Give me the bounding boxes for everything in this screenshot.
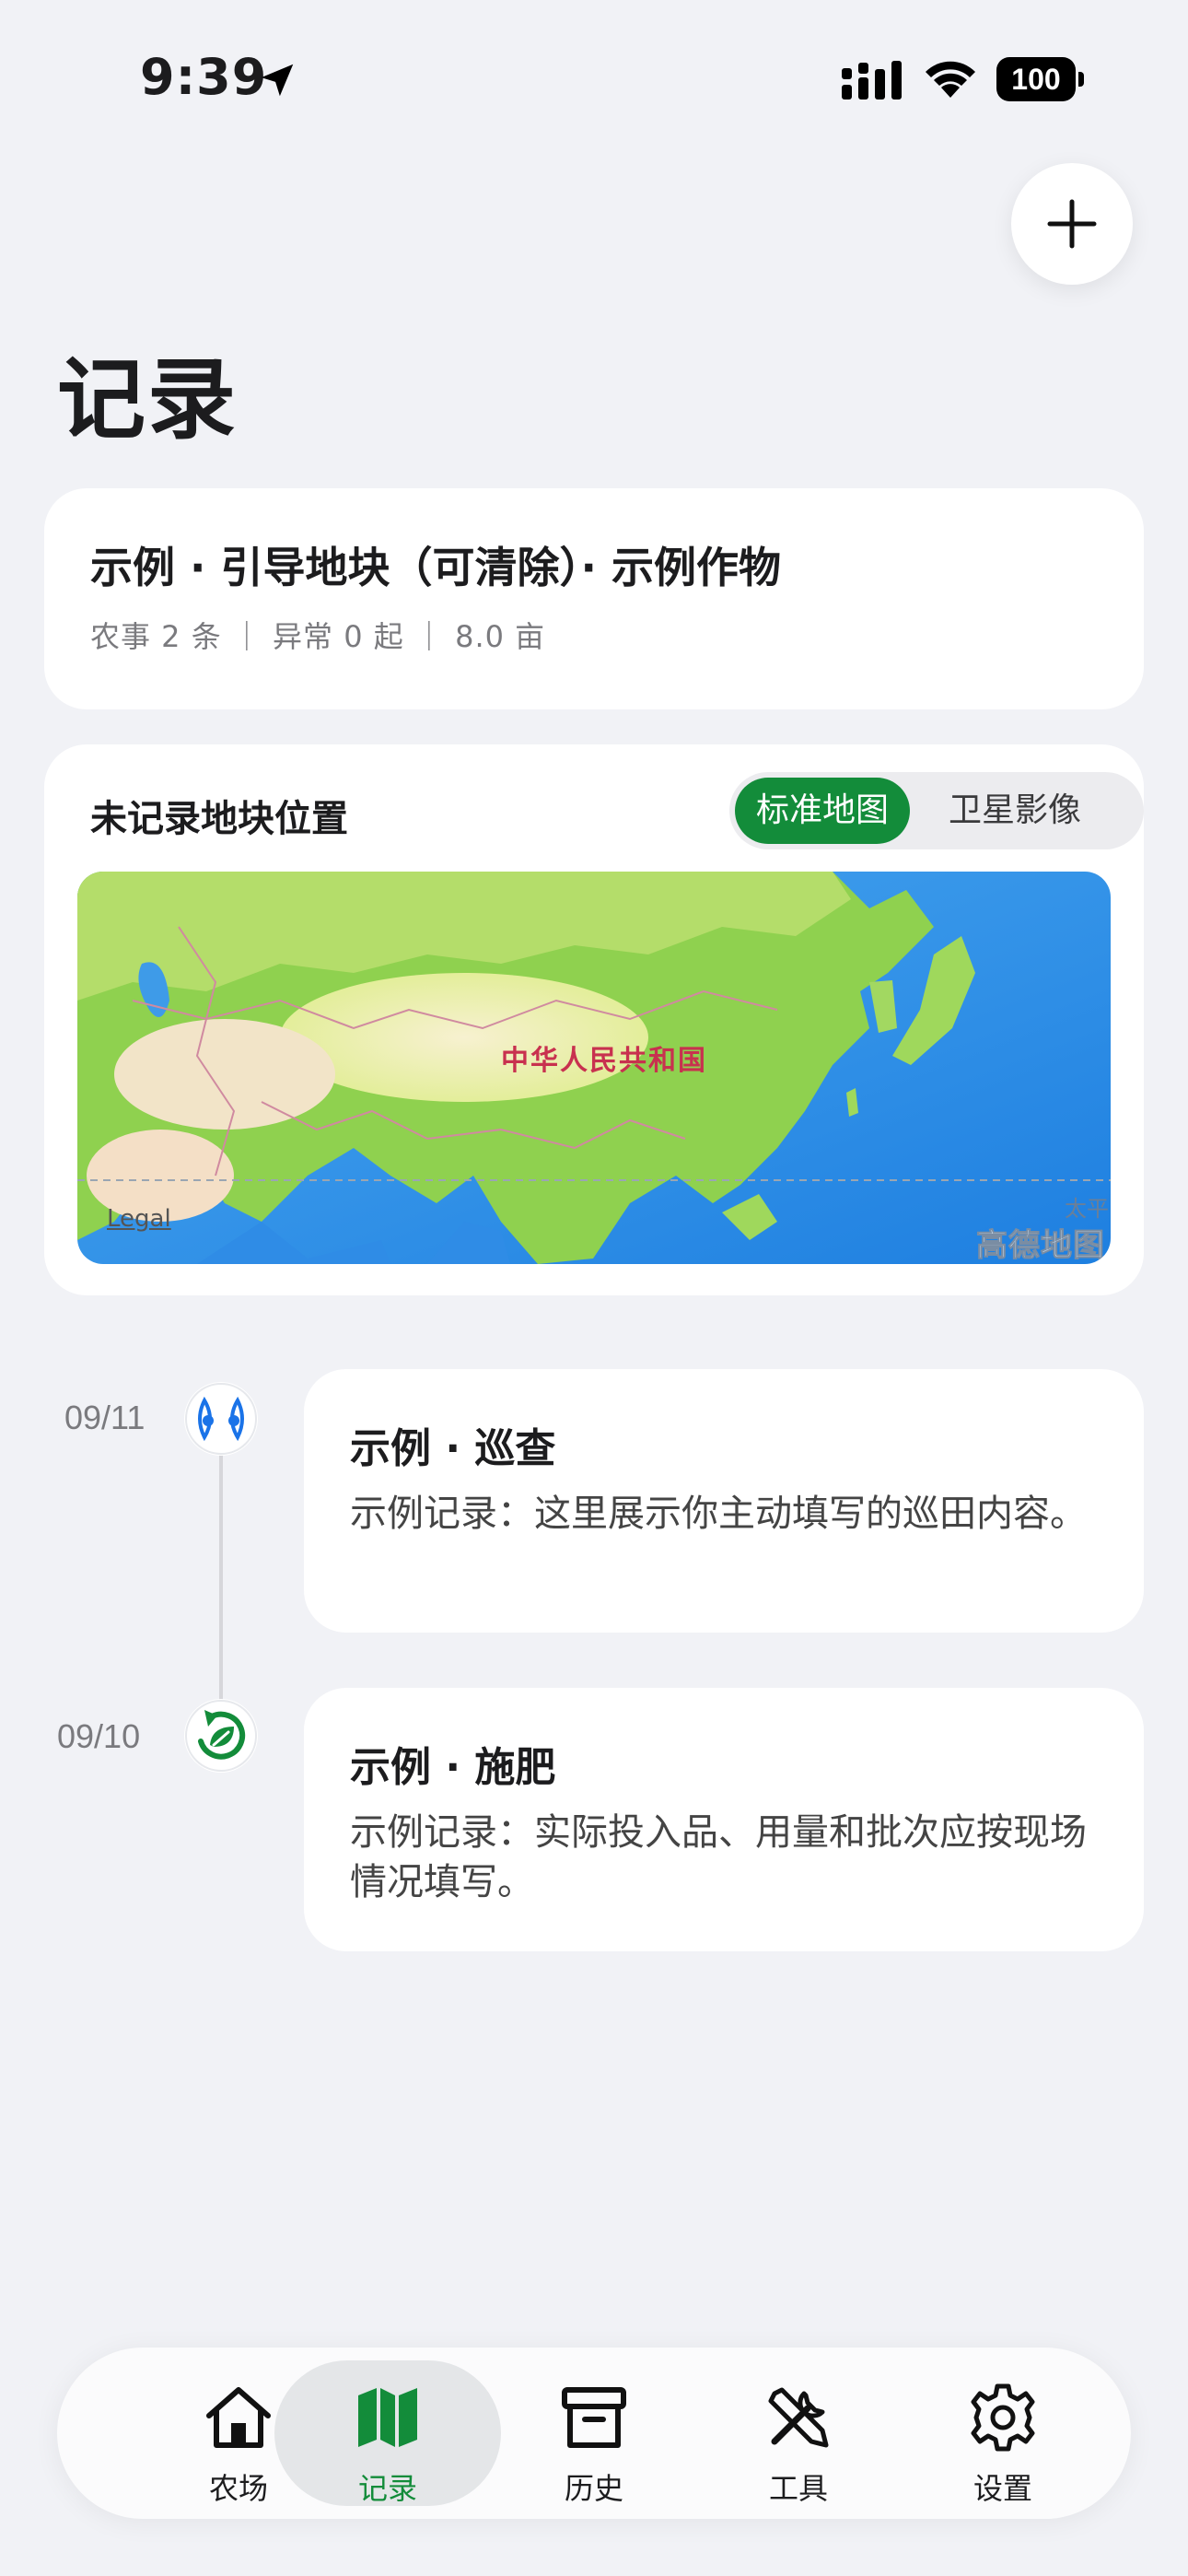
eyes-icon: [185, 1383, 257, 1455]
timeline-marker: [184, 1382, 258, 1456]
tab-label: 记录: [357, 2471, 417, 2506]
battery-cap: [1078, 72, 1084, 87]
timeline-connector: [219, 1437, 223, 1706]
map-view[interactable]: 中华人民共和国 Legal 太平 高德地图: [77, 872, 1111, 1264]
tab-tools[interactable]: 工具: [685, 2348, 912, 2519]
tab-settings[interactable]: 设置: [890, 2348, 1116, 2519]
cellular-signal-icon: [842, 61, 902, 100]
map-country-label: 中华人民共和国: [501, 1045, 707, 1077]
map-icon: [358, 2388, 417, 2447]
tab-label: 工具: [768, 2471, 828, 2506]
plot-location-card: 未记录地块位置 标准地图 卫星影像 中华人民共和国 Legal 太平 高德地图: [44, 744, 1144, 1295]
map-heading: 未记录地块位置: [90, 798, 348, 840]
page-title: 记录: [57, 348, 238, 451]
record-title: 示例 · 施肥: [350, 1744, 556, 1791]
record-title: 示例 · 巡查: [350, 1425, 556, 1472]
fertilize-icon: [185, 1700, 257, 1772]
plot-summary-meta: 农事 2 条 ｜ 异常 0 起 ｜ 8.0 亩: [90, 619, 546, 654]
status-time: 9:39: [140, 48, 268, 106]
toggle-standard-map[interactable]: 标准地图: [735, 778, 910, 844]
wifi-icon: [926, 61, 975, 98]
tab-history[interactable]: 历史: [481, 2348, 707, 2519]
toggle-satellite-map[interactable]: 卫星影像: [914, 778, 1116, 844]
map-ocean-label: 太平: [1065, 1196, 1109, 1222]
record-card[interactable]: 示例 · 施肥 示例记录：实际投入品、用量和批次应按现场情况填写。: [304, 1688, 1144, 1951]
tab-label: 历史: [564, 2471, 623, 2506]
record-description: 示例记录：实际投入品、用量和批次应按现场情况填写。: [350, 1811, 1087, 1903]
house-icon: [206, 2387, 271, 2448]
map-legal-link[interactable]: Legal: [107, 1205, 171, 1233]
status-bar: 9:39 100: [0, 0, 1188, 157]
tab-label: 设置: [973, 2471, 1032, 2506]
gear-icon: [971, 2383, 1035, 2452]
map-provider-logo: 高德地图: [976, 1227, 1105, 1265]
timeline-date: 09/10: [57, 1717, 141, 1755]
add-record-button[interactable]: [1011, 163, 1133, 285]
timeline-date: 09/11: [64, 1399, 146, 1436]
plot-summary-card[interactable]: 示例 · 引导地块（可清除）· 示例作物 农事 2 条 ｜ 异常 0 起 ｜ 8…: [44, 488, 1144, 709]
battery-indicator: 100: [996, 57, 1085, 101]
tab-bar: 农场 记录 历史 工具 设置: [57, 2348, 1131, 2519]
record-card[interactable]: 示例 · 巡查 示例记录：这里展示你主动填写的巡田内容。: [304, 1369, 1144, 1633]
record-description: 示例记录：这里展示你主动填写的巡田内容。: [350, 1493, 1087, 1535]
battery-level: 100: [996, 57, 1076, 101]
location-arrow-icon: [261, 64, 294, 97]
plot-summary-title: 示例 · 引导地块（可清除）· 示例作物: [90, 543, 781, 592]
map-type-toggle: 标准地图 卫星影像: [729, 772, 1144, 849]
archive-icon: [562, 2387, 626, 2448]
tools-icon: [768, 2387, 829, 2448]
timeline-marker: [184, 1699, 258, 1773]
plus-icon: [1047, 199, 1097, 249]
tab-records[interactable]: 记录: [274, 2348, 501, 2519]
